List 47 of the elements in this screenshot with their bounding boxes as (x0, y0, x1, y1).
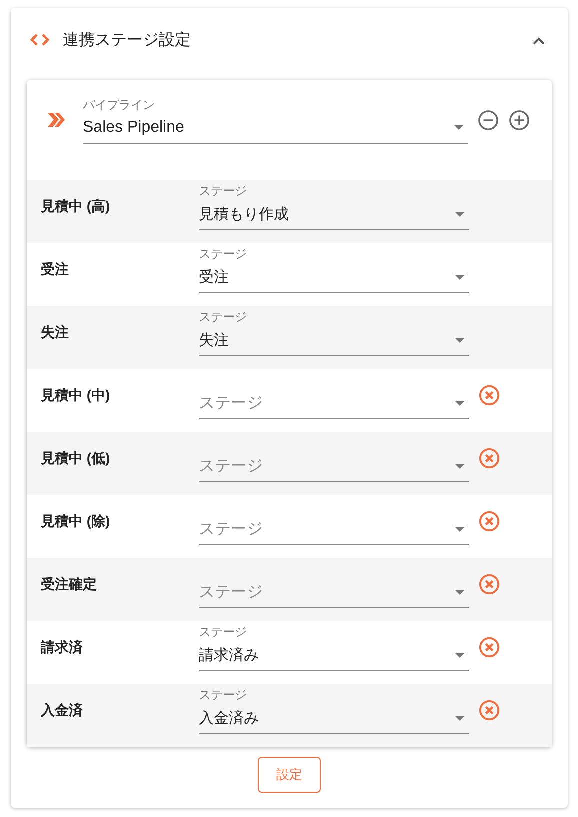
select-field[interactable]: Sales Pipeline (83, 118, 454, 136)
select-field[interactable]: ステージ (199, 394, 445, 412)
plus-circle-icon[interactable] (509, 110, 530, 130)
remove-icon[interactable] (479, 511, 500, 532)
row-label: 受注 (41, 260, 70, 278)
caret-icon[interactable] (455, 338, 465, 342)
select-field[interactable]: 見積もり作成 (199, 206, 445, 222)
field-label: ステージ (199, 183, 248, 199)
remove-icon[interactable] (479, 700, 500, 721)
field-label: ステージ (199, 687, 248, 703)
field-label: パイプライン (83, 96, 156, 112)
select-field[interactable]: ステージ (199, 458, 445, 474)
field-label: ステージ (199, 246, 248, 262)
row-label: 見積中 (中) (41, 386, 112, 404)
remove-icon[interactable] (479, 448, 500, 469)
select-field[interactable]: ステージ (199, 584, 445, 600)
row-label: 入金済 (41, 702, 84, 720)
remove-icon[interactable] (479, 637, 500, 658)
remove-icon[interactable] (479, 574, 500, 595)
caret-icon[interactable] (454, 125, 464, 130)
select-field[interactable]: 受注 (199, 268, 445, 286)
minus-circle-icon[interactable] (478, 110, 499, 130)
caret-icon[interactable] (455, 212, 465, 216)
caret-icon[interactable] (455, 274, 465, 280)
code-icon (29, 33, 51, 47)
row-label: 見積中 (低) (41, 450, 112, 468)
chevron-up-icon[interactable] (532, 36, 546, 44)
row-label: 失注 (41, 324, 70, 342)
select-field[interactable]: 失注 (199, 332, 445, 348)
select-field[interactable]: ステージ (199, 520, 445, 538)
panel-title: 連携ステージ設定 (63, 30, 192, 50)
caret-icon[interactable] (455, 400, 465, 406)
caret-icon[interactable] (455, 526, 465, 532)
double-chevron-icon (47, 112, 65, 128)
caret-icon[interactable] (455, 464, 465, 468)
remove-icon[interactable] (479, 385, 500, 406)
caret-icon[interactable] (455, 716, 465, 720)
field-label: ステージ (199, 309, 248, 325)
row-label: 見積中 (除) (41, 512, 112, 530)
select-field[interactable]: 請求済み (199, 646, 445, 664)
select-field[interactable]: 入金済み (199, 710, 445, 726)
caret-icon[interactable] (455, 590, 465, 594)
row-label: 受注確定 (41, 576, 98, 594)
row-label: 見積中 (高) (41, 198, 112, 216)
field-label: ステージ (199, 624, 248, 640)
row-label: 請求済 (41, 638, 84, 656)
caret-icon[interactable] (455, 652, 465, 658)
